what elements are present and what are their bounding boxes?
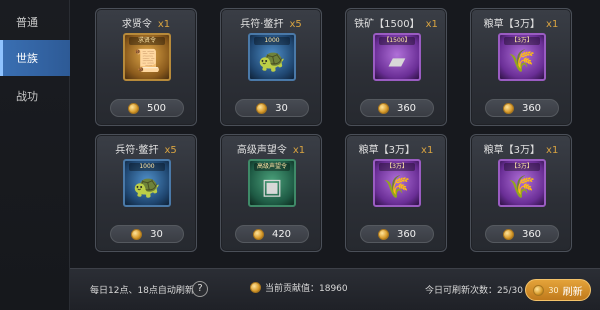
item-name: 铁矿【1500】 (354, 19, 420, 30)
item-qty: x1 (546, 19, 559, 30)
iron-ore-icon: 【1500】 ▰ (373, 33, 421, 81)
item-title: 高级声望令 x1 (221, 141, 321, 156)
item-title: 兵符·鳖扞 x5 (96, 141, 196, 156)
shop-item-card[interactable]: 兵符·鳖扞 x5 1000 🐢 30 (95, 134, 197, 252)
item-tag: 求贤令 (129, 37, 165, 45)
item-title: 兵符·鳖扞 x5 (221, 15, 321, 30)
coin-icon (250, 282, 261, 293)
item-price: 360 (396, 228, 417, 240)
item-price: 360 (396, 102, 417, 114)
price-button[interactable]: 30 (235, 99, 309, 117)
shop-item-card[interactable]: 粮草【3万】 x1 【3万】 🌾 360 (345, 134, 447, 252)
tab-normal[interactable]: 普通 (0, 4, 70, 40)
item-name: 粮草【3万】 (483, 19, 541, 30)
tab-merit[interactable]: 战功 (0, 78, 70, 114)
price-button[interactable]: 420 (235, 225, 309, 243)
refresh-cost: 30 (548, 285, 559, 295)
tab-clan[interactable]: 世族 (0, 40, 70, 76)
beast-token-icon: 1000 🐢 (248, 33, 296, 81)
item-tag: 【3万】 (504, 163, 540, 171)
coin-icon (377, 228, 389, 240)
item-qty: x1 (425, 19, 438, 30)
item-title: 粮草【3万】 x1 (471, 141, 571, 156)
token-glyph: ▣ (261, 175, 283, 200)
item-name: 求贤令 (121, 19, 152, 30)
item-qty: x1 (292, 145, 306, 156)
item-tag: 【1500】 (379, 37, 415, 45)
ingot-glyph: ▰ (388, 49, 406, 74)
price-button[interactable]: 360 (485, 99, 559, 117)
sidebar: 普通 世族 战功 (0, 0, 70, 310)
item-qty: x1 (546, 145, 559, 156)
scroll-icon: 求贤令 📜 (123, 33, 171, 81)
coin-icon (502, 102, 514, 114)
item-price: 30 (275, 102, 288, 114)
tab-label: 普通 (16, 16, 38, 29)
remaining-refreshes: 今日可刷新次数：25/30 (425, 286, 523, 296)
tab-label: 世族 (16, 52, 38, 65)
beast-glyph: 🐢 (258, 49, 286, 74)
item-price: 30 (150, 228, 163, 240)
help-icon[interactable]: ? (192, 281, 208, 297)
shop-item-card[interactable]: 高级声望令 x1 高级声望令 ▣ 420 (220, 134, 322, 252)
item-tag: 1000 (129, 163, 165, 171)
refresh-button[interactable]: 30 刷新 (525, 279, 591, 301)
shop-item-card[interactable]: 粮草【3万】 x1 【3万】 🌾 360 (470, 134, 572, 252)
price-button[interactable]: 500 (110, 99, 184, 117)
contribution-display: 当前贡献值：18960 (250, 281, 348, 294)
item-price: 360 (521, 228, 542, 240)
wheat-glyph: 🌾 (508, 175, 536, 200)
wheat-glyph: 🌾 (383, 175, 411, 200)
item-name: 兵符·鳖扞 (115, 145, 159, 156)
item-price: 360 (521, 102, 542, 114)
refresh-schedule: 每日12点、18点自动刷新 (90, 286, 194, 296)
item-title: 粮草【3万】 x1 (471, 15, 571, 30)
shop-item-card[interactable]: 粮草【3万】 x1 【3万】 🌾 360 (470, 8, 572, 126)
price-button[interactable]: 30 (110, 225, 184, 243)
coin-icon (131, 228, 143, 240)
item-price: 420 (271, 228, 292, 240)
item-tag: 【3万】 (504, 37, 540, 45)
coin-icon (252, 228, 264, 240)
grain-icon: 【3万】 🌾 (498, 159, 546, 207)
grain-icon: 【3万】 🌾 (373, 159, 421, 207)
contribution-value: 当前贡献值：18960 (265, 284, 348, 294)
coin-icon (377, 102, 389, 114)
beast-glyph: 🐢 (133, 175, 161, 200)
item-qty: x5 (289, 19, 302, 30)
wheat-glyph: 🌾 (508, 49, 536, 74)
coin-icon (502, 228, 514, 240)
item-qty: x5 (164, 145, 177, 156)
footer-bar: 每日12点、18点自动刷新 ? 当前贡献值：18960 今日可刷新次数：25/3… (70, 268, 600, 310)
item-price: 500 (146, 102, 167, 114)
price-button[interactable]: 360 (360, 99, 434, 117)
item-title: 粮草【3万】 x1 (346, 141, 446, 156)
beast-token-icon: 1000 🐢 (123, 159, 171, 207)
item-name: 兵符·鳖扞 (240, 19, 284, 30)
coin-icon (533, 284, 545, 296)
coin-icon (127, 102, 139, 114)
item-tag: 【3万】 (379, 163, 415, 171)
shop-item-card[interactable]: 求贤令 x1 求贤令 📜 500 (95, 8, 197, 126)
refresh-label: 刷新 (562, 286, 583, 298)
item-name: 粮草【3万】 (358, 145, 416, 156)
shop-item-card[interactable]: 兵符·鳖扞 x5 1000 🐢 30 (220, 8, 322, 126)
tab-label: 战功 (16, 90, 38, 103)
item-tag: 高级声望令 (254, 163, 290, 171)
item-title: 铁矿【1500】 x1 (346, 15, 446, 30)
shop-item-card[interactable]: 铁矿【1500】 x1 【1500】 ▰ 360 (345, 8, 447, 126)
coin-icon (256, 102, 268, 114)
price-button[interactable]: 360 (485, 225, 559, 243)
item-title: 求贤令 x1 (96, 15, 196, 30)
scroll-glyph: 📜 (133, 49, 161, 74)
jade-token-icon: 高级声望令 ▣ (248, 159, 296, 207)
price-button[interactable]: 360 (360, 225, 434, 243)
grain-icon: 【3万】 🌾 (498, 33, 546, 81)
item-tag: 1000 (254, 37, 290, 45)
item-name: 高级声望令 (236, 145, 287, 156)
item-name: 粮草【3万】 (483, 145, 541, 156)
item-qty: x1 (157, 19, 171, 30)
item-qty: x1 (421, 145, 434, 156)
shop-grid: 求贤令 x1 求贤令 📜 500 兵符·鳖扞 x5 1000 🐢 30 铁矿【150… (70, 0, 600, 268)
